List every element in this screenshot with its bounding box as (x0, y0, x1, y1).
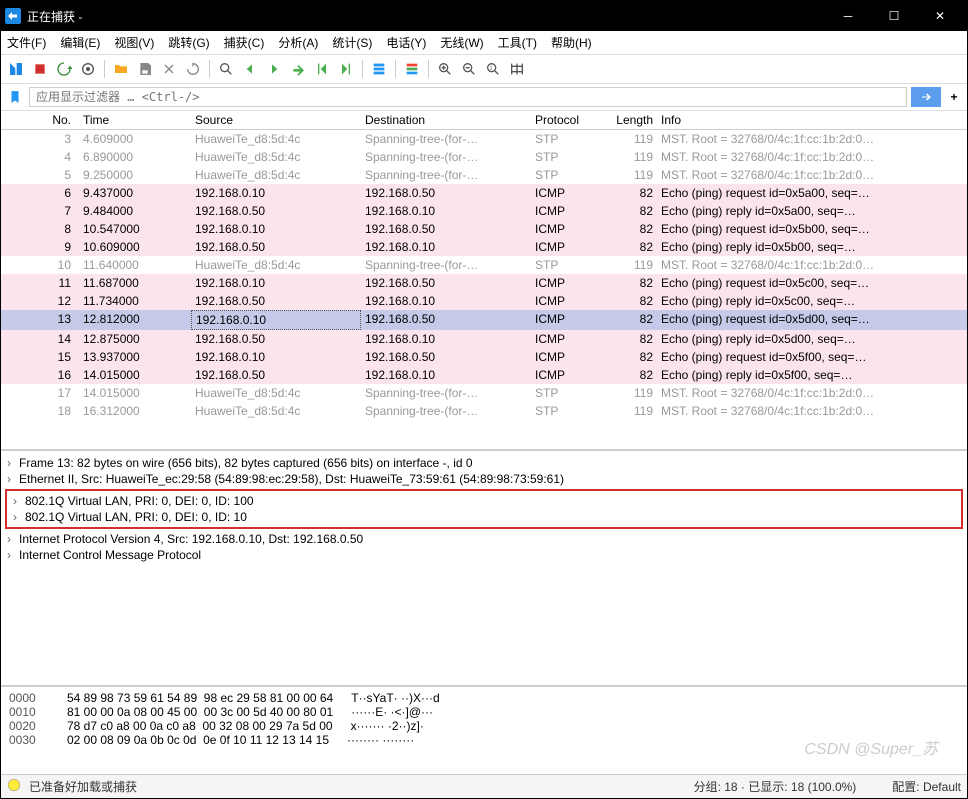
statusbar: 已准备好加载或捕获 分组: 18 · 已显示: 18 (100.0%) 配置: … (1, 775, 967, 798)
tree-ip[interactable]: Internet Protocol Version 4, Src: 192.16… (1, 531, 967, 547)
packet-row[interactable]: 1412.875000192.168.0.50192.168.0.10ICMP8… (1, 330, 967, 348)
capture-options-icon[interactable] (77, 58, 99, 80)
prev-packet-icon[interactable] (239, 58, 261, 80)
col-header-info[interactable]: Info (657, 111, 967, 129)
col-header-source[interactable]: Source (191, 111, 361, 129)
col-header-protocol[interactable]: Protocol (531, 111, 601, 129)
toolbar: 1 (1, 55, 967, 84)
tree-vlan-outer[interactable]: 802.1Q Virtual LAN, PRI: 0, DEI: 0, ID: … (7, 493, 961, 509)
goto-packet-icon[interactable] (287, 58, 309, 80)
close-file-icon[interactable] (158, 58, 180, 80)
packet-row[interactable]: 69.437000192.168.0.10192.168.0.50ICMP82E… (1, 184, 967, 202)
window-title: 正在捕获 - (27, 8, 825, 25)
menu-item[interactable]: 分析(A) (278, 34, 318, 51)
stop-capture-icon[interactable] (29, 58, 51, 80)
packet-row[interactable]: 34.609000HuaweiTe_d8:5d:4cSpanning-tree-… (1, 130, 967, 148)
menu-item[interactable]: 文件(F) (7, 34, 46, 51)
menu-item[interactable]: 帮助(H) (551, 34, 592, 51)
last-packet-icon[interactable] (335, 58, 357, 80)
col-header-time[interactable]: Time (79, 111, 191, 129)
packet-row[interactable]: 46.890000HuaweiTe_d8:5d:4cSpanning-tree-… (1, 148, 967, 166)
tree-vlan-inner[interactable]: 802.1Q Virtual LAN, PRI: 0, DEI: 0, ID: … (7, 509, 961, 525)
display-filter-input[interactable] (29, 87, 907, 107)
add-filter-button[interactable]: + (945, 87, 963, 107)
hex-row[interactable]: 002078 d7 c0 a8 00 0a c0 a8 00 32 08 00 … (9, 719, 959, 733)
reload-icon[interactable] (182, 58, 204, 80)
apply-filter-button[interactable] (911, 87, 941, 107)
menu-item[interactable]: 电话(Y) (386, 34, 426, 51)
status-packets: 分组: 18 · 已显示: 18 (100.0%) (694, 778, 857, 795)
status-profile: 配置: Default (892, 778, 961, 795)
packet-row[interactable]: 79.484000192.168.0.50192.168.0.10ICMP82E… (1, 202, 967, 220)
packet-row[interactable]: 1614.015000192.168.0.50192.168.0.10ICMP8… (1, 366, 967, 384)
packet-row[interactable]: 1111.687000192.168.0.10192.168.0.50ICMP8… (1, 274, 967, 292)
zoom-out-icon[interactable] (458, 58, 480, 80)
find-icon[interactable] (215, 58, 237, 80)
menu-item[interactable]: 编辑(E) (60, 34, 100, 51)
menu-item[interactable]: 无线(W) (440, 34, 483, 51)
packet-row[interactable]: 59.250000HuaweiTe_d8:5d:4cSpanning-tree-… (1, 166, 967, 184)
packet-row[interactable]: 1513.937000192.168.0.10192.168.0.50ICMP8… (1, 348, 967, 366)
first-packet-icon[interactable] (311, 58, 333, 80)
menu-item[interactable]: 工具(T) (498, 34, 537, 51)
packet-row[interactable]: 810.547000192.168.0.10192.168.0.50ICMP82… (1, 220, 967, 238)
hex-row[interactable]: 003002 00 08 09 0a 0b 0c 0d 0e 0f 10 11 … (9, 733, 959, 747)
packet-bytes-pane[interactable]: 000054 89 98 73 59 61 54 89 98 ec 29 58 … (1, 687, 967, 775)
menubar: 文件(F) 编辑(E) 视图(V) 跳转(G) 捕获(C) 分析(A) 统计(S) 电话(Y)… (1, 31, 967, 55)
packet-row[interactable]: 1312.812000192.168.0.10192.168.0.50ICMP8… (1, 310, 967, 330)
packet-row[interactable]: 1816.312000HuaweiTe_d8:5d:4cSpanning-tre… (1, 402, 967, 420)
status-left: 已准备好加载或捕获 (29, 778, 137, 795)
menu-item[interactable]: 统计(S) (332, 34, 372, 51)
packet-row[interactable]: 1211.734000192.168.0.50192.168.0.10ICMP8… (1, 292, 967, 310)
filter-bar: + (1, 84, 967, 111)
titlebar: 正在捕获 - ─ ☐ ✕ (1, 1, 967, 31)
packet-list-pane[interactable]: No. Time Source Destination Protocol Len… (1, 111, 967, 451)
packet-row[interactable]: 1714.015000HuaweiTe_d8:5d:4cSpanning-tre… (1, 384, 967, 402)
packet-list-header: No. Time Source Destination Protocol Len… (1, 111, 967, 130)
svg-text:1: 1 (490, 66, 493, 72)
zoom-reset-icon[interactable]: 1 (482, 58, 504, 80)
close-button[interactable]: ✕ (917, 1, 963, 31)
packet-details-pane[interactable]: Frame 13: 82 bytes on wire (656 bits), 8… (1, 451, 967, 687)
autoscroll-icon[interactable] (368, 58, 390, 80)
maximize-button[interactable]: ☐ (871, 1, 917, 31)
tree-icmp[interactable]: Internet Control Message Protocol (1, 547, 967, 563)
resize-columns-icon[interactable] (506, 58, 528, 80)
menu-item[interactable]: 视图(V) (114, 34, 154, 51)
save-file-icon[interactable] (134, 58, 156, 80)
col-header-no[interactable]: No. (1, 111, 79, 129)
zoom-in-icon[interactable] (434, 58, 456, 80)
packet-row[interactable]: 910.609000192.168.0.50192.168.0.10ICMP82… (1, 238, 967, 256)
hex-row[interactable]: 000054 89 98 73 59 61 54 89 98 ec 29 58 … (9, 691, 959, 705)
menu-item[interactable]: 跳转(G) (168, 34, 209, 51)
col-header-length[interactable]: Length (601, 111, 657, 129)
highlight-box: 802.1Q Virtual LAN, PRI: 0, DEI: 0, ID: … (5, 489, 963, 529)
app-icon (5, 8, 21, 24)
restart-capture-icon[interactable] (53, 58, 75, 80)
colorize-icon[interactable] (401, 58, 423, 80)
tree-ethernet[interactable]: Ethernet II, Src: HuaweiTe_ec:29:58 (54:… (1, 471, 967, 487)
packet-row[interactable]: 1011.640000HuaweiTe_d8:5d:4cSpanning-tre… (1, 256, 967, 274)
start-capture-icon[interactable] (5, 58, 27, 80)
open-file-icon[interactable] (110, 58, 132, 80)
minimize-button[interactable]: ─ (825, 1, 871, 31)
expert-info-icon[interactable] (7, 778, 21, 795)
hex-row[interactable]: 001081 00 00 0a 08 00 45 00 00 3c 00 5d … (9, 705, 959, 719)
col-header-destination[interactable]: Destination (361, 111, 531, 129)
bookmark-icon[interactable] (5, 87, 25, 107)
tree-frame[interactable]: Frame 13: 82 bytes on wire (656 bits), 8… (1, 455, 967, 471)
next-packet-icon[interactable] (263, 58, 285, 80)
menu-item[interactable]: 捕获(C) (224, 34, 265, 51)
